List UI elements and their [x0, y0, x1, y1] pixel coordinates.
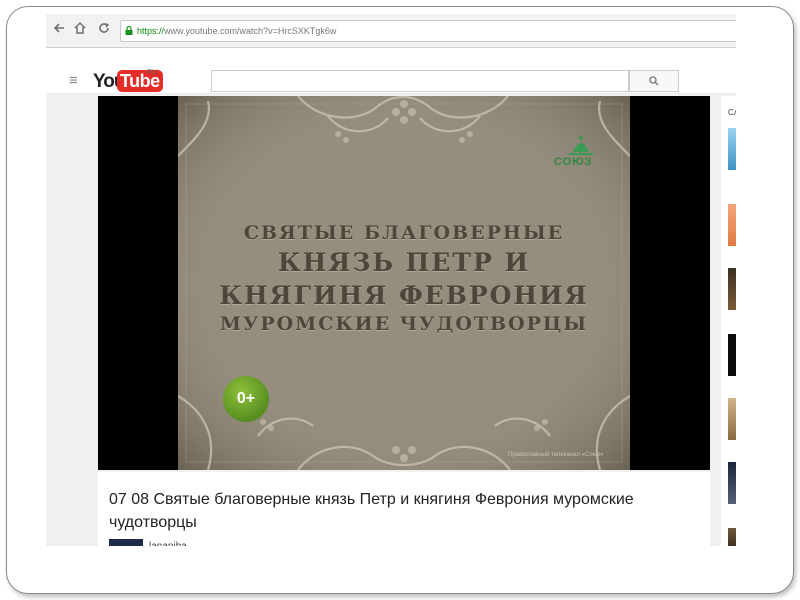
- video-overlay-title-line: СВЯТЫЕ БЛАГОВЕРНЫЕ: [243, 222, 565, 244]
- back-arrow-icon[interactable]: [50, 21, 68, 39]
- browser-toolbar: https://www.youtube.com/watch?v=HrcSXKTg…: [46, 14, 736, 48]
- age-rating-badge: 0+: [223, 376, 269, 422]
- hamburger-menu-icon[interactable]: ≡: [69, 73, 78, 88]
- channel-name[interactable]: lananiba: [149, 541, 187, 546]
- reload-icon[interactable]: [95, 21, 113, 39]
- address-bar[interactable]: https://www.youtube.com/watch?v=HrcSXKTg…: [120, 20, 736, 42]
- related-video-thumbnail[interactable]: [728, 128, 736, 170]
- sidebar-heading: Сл: [728, 108, 736, 117]
- video-overlay-title-line: КНЯЗЬ ПЕТР И: [277, 248, 531, 277]
- url-text: https://www.youtube.com/watch?v=HrcSXKTg…: [137, 21, 336, 41]
- related-video-thumbnail[interactable]: [728, 204, 736, 246]
- related-video-thumbnail[interactable]: [728, 268, 736, 310]
- browser-screenshot: https://www.youtube.com/watch?v=HrcSXKTg…: [46, 14, 736, 546]
- related-video-thumbnail[interactable]: [728, 528, 736, 546]
- related-sidebar: Сл: [721, 96, 736, 546]
- search-input[interactable]: [211, 70, 629, 92]
- video-title: 07 08 Святые благоверные князь Петр и кн…: [109, 491, 634, 531]
- search-button[interactable]: [629, 70, 679, 92]
- channel-logo-text: СОЮЗ: [554, 156, 593, 168]
- video-overlay-title-line: КНЯГИНЯ ФЕВРОНИЯ: [219, 281, 589, 310]
- video-overlay-title-line: МУРОМСКИЕ ЧУДОТВОРЦЫ: [219, 313, 589, 335]
- lock-icon: [125, 26, 133, 35]
- video-player[interactable]: СВЯТЫЕ БЛАГОВЕРНЫЕ КНЯЗЬ ПЕТР И КНЯГИНЯ …: [98, 96, 710, 470]
- related-video-thumbnail[interactable]: [728, 398, 736, 440]
- search-icon: [649, 76, 659, 86]
- youtube-header: ≡ You Tube RU: [46, 48, 736, 94]
- channel-avatar[interactable]: [109, 539, 143, 546]
- video-frame[interactable]: СВЯТЫЕ БЛАГОВЕРНЫЕ КНЯЗЬ ПЕТР И КНЯГИНЯ …: [178, 96, 630, 470]
- home-icon[interactable]: [71, 21, 89, 39]
- video-watermark: Православный телеканал «Союз»: [508, 452, 604, 458]
- url-path: www.youtube.com/watch?v=HrcSXKTgk6w: [164, 26, 337, 36]
- related-video-thumbnail[interactable]: [728, 462, 736, 504]
- video-info-card: 07 08 Святые благоверные князь Петр и кн…: [98, 472, 710, 546]
- related-video-thumbnail[interactable]: [728, 334, 736, 376]
- url-scheme: https://: [137, 26, 165, 36]
- region-label: RU: [147, 69, 158, 76]
